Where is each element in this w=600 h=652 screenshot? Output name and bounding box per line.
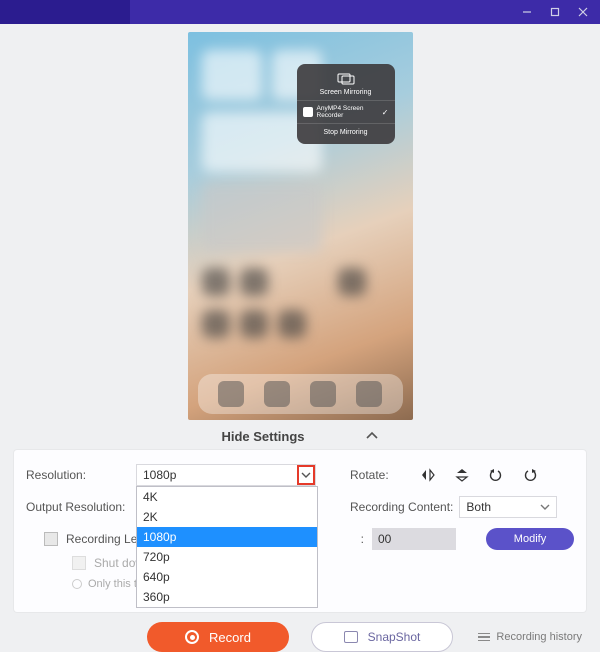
close-button[interactable] [570, 0, 596, 24]
recording-length-checkbox[interactable] [44, 532, 58, 546]
bottom-bar: Record SnapShot Recording history [0, 622, 600, 652]
time-seconds-field[interactable] [372, 528, 456, 550]
flip-horizontal-icon[interactable] [419, 466, 437, 484]
resolution-option[interactable]: 360p [137, 587, 317, 607]
recording-content-select[interactable]: Both [459, 496, 557, 518]
window-controls [514, 0, 596, 24]
titlebar [0, 0, 600, 24]
flip-vertical-icon[interactable] [453, 466, 471, 484]
radio-icon [72, 579, 82, 589]
stop-mirroring-button[interactable]: Stop Mirroring [297, 123, 395, 138]
screen-mirroring-popup: Screen Mirroring AnyMP4 Screen Recorder … [297, 64, 395, 144]
camera-icon [344, 631, 358, 643]
resolution-option[interactable]: 2K [137, 507, 317, 527]
shutdown-checkbox[interactable] [72, 556, 86, 570]
record-icon [185, 630, 199, 644]
rotate-left-icon[interactable] [487, 466, 505, 484]
minimize-button[interactable] [514, 0, 540, 24]
maximize-button[interactable] [542, 0, 568, 24]
resolution-dropdown: 4K 2K 1080p 720p 640p 360p [136, 486, 318, 608]
device-name: AnyMP4 Screen Recorder [317, 105, 378, 119]
hide-settings-label: Hide Settings [221, 429, 304, 444]
resolution-value: 1080p [143, 468, 176, 482]
recording-content-value: Both [466, 500, 491, 514]
resolution-option[interactable]: 720p [137, 547, 317, 567]
mirroring-icon [297, 73, 395, 87]
rotate-label: Rotate: [350, 468, 389, 482]
preview-area: Screen Mirroring AnyMP4 Screen Recorder … [0, 24, 600, 420]
phone-preview: Screen Mirroring AnyMP4 Screen Recorder … [188, 32, 413, 420]
snapshot-button[interactable]: SnapShot [311, 622, 453, 652]
check-icon: ✓ [382, 108, 389, 117]
hide-settings-toggle[interactable]: Hide Settings [0, 420, 600, 450]
resolution-option[interactable]: 1080p [137, 527, 317, 547]
snapshot-label: SnapShot [368, 630, 421, 644]
device-icon [303, 107, 313, 117]
resolution-select[interactable]: 1080p 4K 2K 1080p 720p 640p 360p [136, 464, 316, 486]
titlebar-logo-area [0, 0, 130, 24]
resolution-option[interactable]: 640p [137, 567, 317, 587]
list-icon [478, 633, 490, 642]
recording-history-label: Recording history [496, 631, 582, 643]
resolution-label: Resolution: [26, 468, 136, 482]
chevron-up-icon [365, 428, 379, 444]
record-button[interactable]: Record [147, 622, 289, 652]
chevron-down-icon [297, 465, 315, 485]
mirroring-device-row[interactable]: AnyMP4 Screen Recorder ✓ [297, 100, 395, 123]
output-resolution-label: Output Resolution: [26, 500, 136, 514]
recording-history-link[interactable]: Recording history [478, 631, 582, 643]
modify-button[interactable]: Modify [486, 528, 574, 550]
resolution-option[interactable]: 4K [137, 487, 317, 507]
recording-content-label: Recording Content: [350, 500, 453, 514]
mirroring-title: Screen Mirroring [297, 89, 395, 96]
rotate-right-icon[interactable] [521, 466, 539, 484]
settings-panel: Resolution: 1080p 4K 2K 1080p 720p 640p … [14, 450, 586, 612]
chevron-down-icon [540, 503, 550, 511]
time-sep: : [361, 532, 364, 546]
record-label: Record [209, 630, 251, 645]
